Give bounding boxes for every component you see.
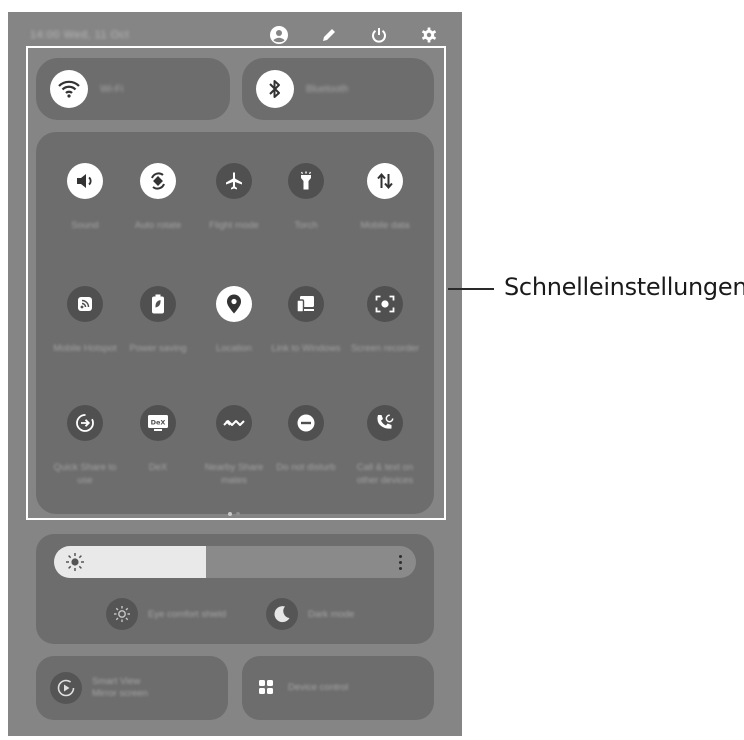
device-control-label: Device control xyxy=(288,682,349,693)
smart-view-title: Smart View xyxy=(92,676,141,687)
dark-mode-toggle[interactable]: Dark mode xyxy=(266,598,354,630)
smart-view-card[interactable]: Smart View Mirror screen xyxy=(36,656,228,720)
quick-settings-highlight xyxy=(26,46,446,520)
device-control-icon xyxy=(258,679,276,697)
status-bar: 14:00 Wed, 11 Oct xyxy=(30,22,450,48)
brightness-slider[interactable] xyxy=(54,546,416,578)
status-datetime: 14:00 Wed, 11 Oct xyxy=(30,29,130,41)
settings-icon[interactable] xyxy=(418,24,440,46)
eye-comfort-icon xyxy=(106,598,138,630)
eye-comfort-toggle[interactable]: Eye comfort shield xyxy=(106,598,226,630)
dark-mode-label: Dark mode xyxy=(308,608,355,620)
profile-icon[interactable] xyxy=(268,24,290,46)
edit-icon[interactable] xyxy=(318,24,340,46)
smart-view-icon xyxy=(50,672,82,704)
callout-label: Schnelleinstellungen xyxy=(504,273,744,301)
smart-view-subtitle: Mirror screen xyxy=(92,688,148,699)
device-control-card[interactable]: Device control xyxy=(242,656,434,720)
more-options-icon[interactable] xyxy=(392,551,408,573)
eye-comfort-label: Eye comfort shield xyxy=(148,608,227,620)
power-icon[interactable] xyxy=(368,24,390,46)
callout-leader-line xyxy=(448,288,494,290)
dark-mode-icon xyxy=(266,598,298,630)
brightness-icon xyxy=(64,551,86,573)
